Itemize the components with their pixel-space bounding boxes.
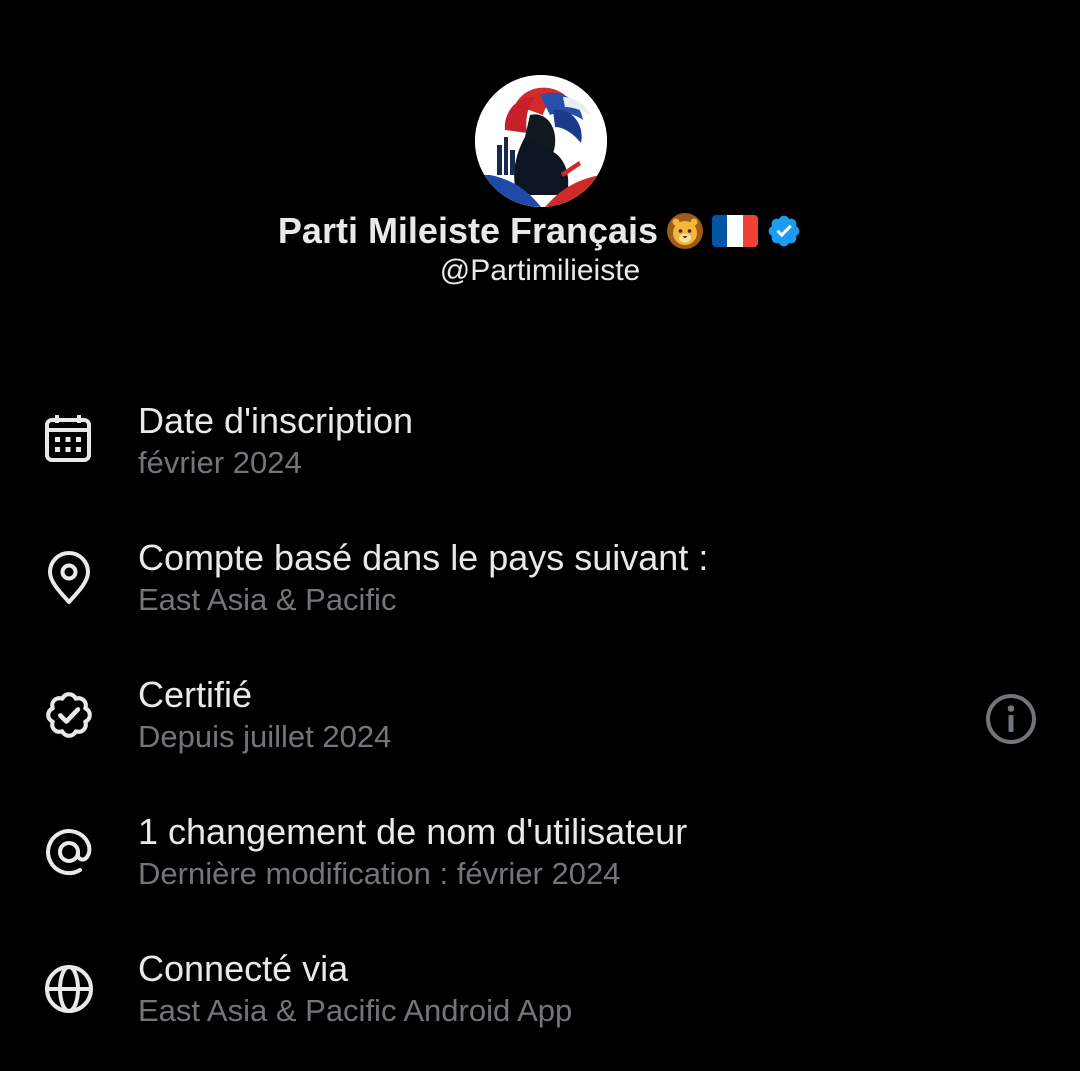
info-value: février 2024 — [138, 445, 302, 480]
info-title: Connecté via — [138, 948, 349, 989]
account-info-list: Date d'inscription février 2024 Compte b… — [0, 0, 1080, 1071]
info-item-join-date: Date d'inscription février 2024 — [0, 400, 1080, 500]
info-item-account-location: Compte basé dans le pays suivant : East … — [0, 537, 1080, 637]
location-pin-icon — [40, 549, 98, 607]
info-value: Dernière modification : février 2024 — [138, 856, 621, 891]
info-icon — [986, 694, 1036, 744]
info-title: Certifié — [138, 674, 253, 715]
info-item-verified: Certifié Depuis juillet 2024 — [0, 674, 1080, 774]
info-value: East Asia & Pacific Android App — [138, 993, 573, 1028]
at-sign-icon — [40, 823, 98, 881]
verified-badge-outline-icon — [40, 686, 98, 744]
verified-info-button[interactable] — [982, 690, 1040, 748]
calendar-icon — [40, 410, 98, 468]
info-title: Compte basé dans le pays suivant : — [138, 537, 709, 578]
info-item-username-changes: 1 changement de nom d'utilisateur Derniè… — [0, 811, 1080, 911]
globe-icon — [40, 960, 98, 1018]
info-title: 1 changement de nom d'utilisateur — [138, 811, 688, 852]
info-item-connected-via: Connecté via East Asia & Pacific Android… — [0, 948, 1080, 1048]
info-value: Depuis juillet 2024 — [138, 719, 392, 754]
info-title: Date d'inscription — [138, 400, 414, 441]
info-value: East Asia & Pacific — [138, 582, 397, 617]
